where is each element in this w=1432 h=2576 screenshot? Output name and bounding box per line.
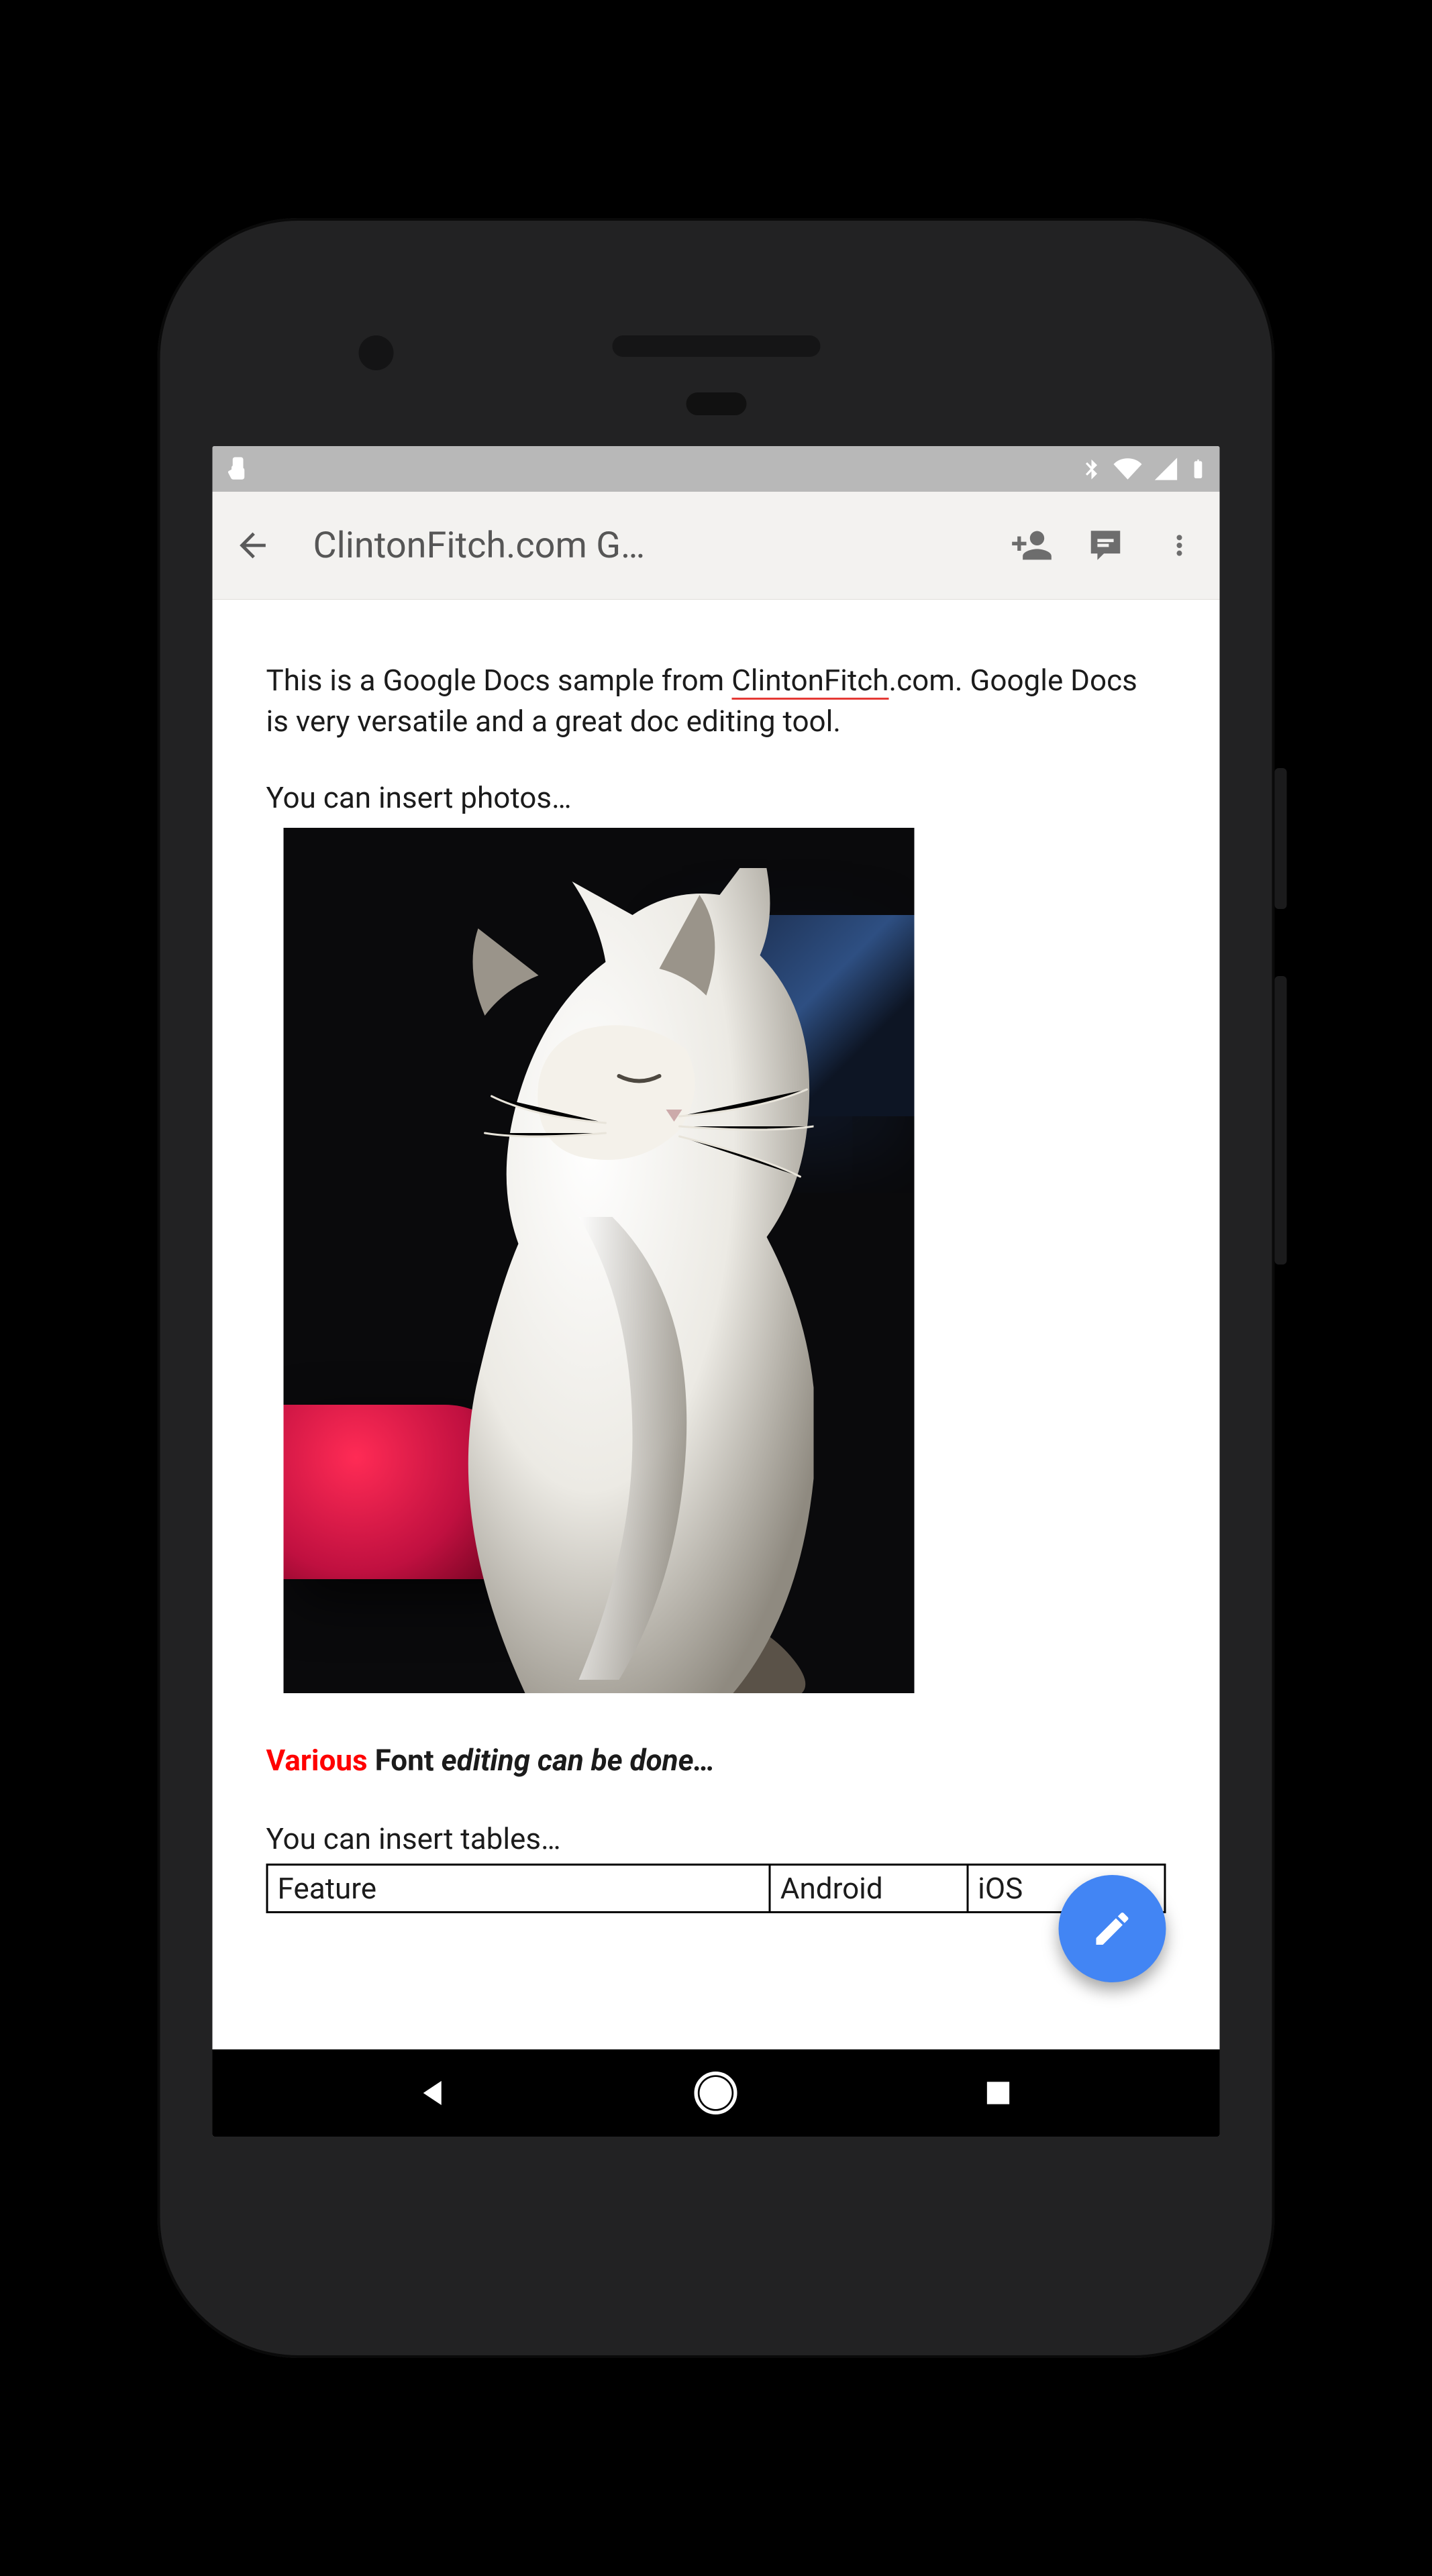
stage: ClintonFitch.com G… This is a Google Doc…	[0, 0, 1432, 2576]
document-title[interactable]: ClintonFitch.com G…	[300, 525, 985, 567]
nav-recent-button[interactable]	[971, 2066, 1025, 2120]
paragraph-formatted[interactable]: Various Font editing can be done…	[266, 1740, 1166, 1781]
phone-frame: ClintonFitch.com G… This is a Google Doc…	[158, 218, 1275, 2358]
comments-button[interactable]	[1079, 519, 1133, 572]
edit-fab[interactable]	[1059, 1875, 1166, 1982]
inserted-table[interactable]: Feature Android iOS	[266, 1864, 1166, 1914]
document-viewport[interactable]: This is a Google Docs sample from Clinto…	[213, 600, 1220, 2049]
add-collaborator-button[interactable]	[1005, 519, 1059, 572]
swipe-indicator-icon	[225, 455, 253, 483]
battery-icon	[1189, 455, 1208, 483]
nav-back-button[interactable]	[407, 2066, 461, 2120]
front-camera	[359, 335, 394, 370]
pencil-icon	[1091, 1907, 1134, 1950]
text-run: This is a Google Docs sample from	[266, 663, 732, 698]
text-run-red-bold: Various	[266, 1743, 368, 1778]
paragraph-intro[interactable]: This is a Google Docs sample from Clinto…	[266, 660, 1166, 741]
paragraph-photos[interactable]: You can insert photos…	[266, 777, 1166, 818]
table-row[interactable]: Feature Android iOS	[267, 1864, 1165, 1913]
nav-home-icon	[695, 2072, 737, 2114]
document-body[interactable]: This is a Google Docs sample from Clinto…	[213, 600, 1220, 1913]
photo-cat-silhouette	[385, 868, 814, 1693]
wifi-icon	[1113, 455, 1143, 483]
android-nav-bar	[213, 2049, 1220, 2137]
screen: ClintonFitch.com G… This is a Google Doc…	[213, 446, 1220, 2137]
app-bar: ClintonFitch.com G…	[213, 492, 1220, 600]
image-container[interactable]	[284, 828, 1166, 1693]
back-button[interactable]	[226, 519, 280, 572]
status-bar	[213, 446, 1220, 492]
inserted-photo[interactable]	[284, 828, 915, 1693]
overflow-menu-button[interactable]	[1153, 519, 1207, 572]
add-person-icon	[1011, 524, 1054, 567]
overflow-icon	[1166, 526, 1193, 565]
paragraph-tables[interactable]: You can insert tables…	[266, 1819, 1166, 1860]
table-cell[interactable]: Feature	[267, 1864, 770, 1913]
proximity-sensor	[686, 392, 746, 415]
bluetooth-icon	[1080, 455, 1103, 483]
cell-signal-icon	[1153, 455, 1180, 482]
phone-side-button-bottom	[1275, 976, 1287, 1265]
earpiece-speaker	[612, 335, 820, 357]
nav-recent-icon	[981, 2076, 1015, 2110]
nav-back-icon	[416, 2075, 452, 2111]
nav-home-button[interactable]	[689, 2066, 743, 2120]
table-cell[interactable]: Android	[770, 1864, 967, 1913]
text-run-bold: Font	[368, 1743, 442, 1778]
spellcheck-underline[interactable]: ClintonFitch	[731, 663, 888, 700]
text-run-bold-italic: editing can be done…	[442, 1743, 715, 1778]
back-arrow-icon	[234, 526, 272, 565]
phone-side-button-top	[1275, 768, 1287, 909]
comment-icon	[1086, 526, 1125, 565]
